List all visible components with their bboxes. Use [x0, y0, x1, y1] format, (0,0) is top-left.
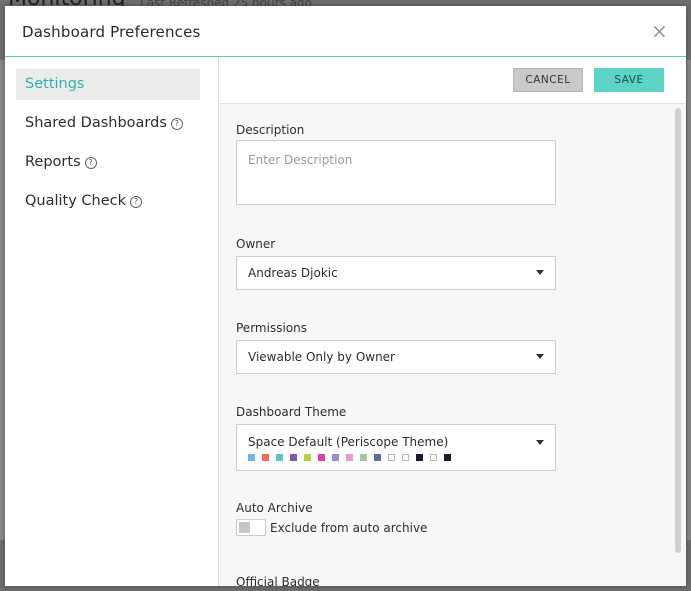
cancel-button[interactable]: CANCEL: [513, 68, 583, 92]
description-field[interactable]: Enter Description: [236, 140, 556, 205]
sidebar-item-settings[interactable]: Settings: [16, 69, 200, 100]
theme-color-swatch: [332, 454, 339, 461]
theme-color-swatch: [360, 454, 367, 461]
scrollbar[interactable]: [675, 108, 681, 553]
theme-color-swatch: [402, 454, 409, 461]
official-badge-label: Official Badge: [236, 575, 320, 586]
sidebar-item-label: Shared Dashboards: [25, 115, 167, 131]
toggle-knob: [239, 522, 250, 533]
theme-color-swatch: [262, 454, 269, 461]
sidebar-item-quality-check[interactable]: Quality Check?: [16, 186, 200, 217]
caret-down-icon: [536, 270, 544, 275]
theme-color-swatch: [304, 454, 311, 461]
theme-color-swatch: [374, 454, 381, 461]
permissions-value: Viewable Only by Owner: [248, 350, 395, 364]
help-icon[interactable]: ?: [84, 157, 97, 169]
permissions-select[interactable]: Viewable Only by Owner: [236, 340, 556, 374]
preferences-modal: Dashboard Preferences × Settings Shared …: [5, 6, 686, 586]
sidebar-item-reports[interactable]: Reports?: [16, 147, 200, 178]
owner-label: Owner: [236, 237, 276, 251]
save-button[interactable]: SAVE: [594, 68, 664, 92]
theme-color-swatch: [388, 454, 395, 461]
sidebar-item-label: Reports: [25, 154, 81, 170]
settings-panel: CANCEL SAVE Description Enter Descriptio…: [219, 57, 686, 586]
sidebar-item-label: Settings: [25, 76, 85, 92]
auto-archive-toggle[interactable]: [236, 519, 266, 536]
description-label: Description: [236, 123, 305, 137]
settings-scroll-area[interactable]: Description Enter Description Owner Andr…: [219, 104, 686, 586]
permissions-label: Permissions: [236, 321, 307, 335]
caret-down-icon: [536, 354, 544, 359]
help-icon[interactable]: ?: [170, 118, 183, 130]
close-icon[interactable]: ×: [651, 20, 668, 42]
theme-color-swatch: [444, 454, 451, 461]
auto-archive-toggle-label: Exclude from auto archive: [270, 521, 428, 535]
theme-select[interactable]: Space Default (Periscope Theme): [236, 424, 556, 471]
sidebar-item-shared-dashboards[interactable]: Shared Dashboards?: [16, 108, 200, 139]
theme-color-swatch: [248, 454, 255, 461]
theme-color-swatch: [346, 454, 353, 461]
help-icon[interactable]: ?: [130, 196, 143, 208]
sidebar-item-label: Quality Check: [25, 193, 127, 209]
settings-toolbar: CANCEL SAVE: [219, 57, 686, 104]
owner-select[interactable]: Andreas Djokic: [236, 256, 556, 290]
theme-color-swatch: [290, 454, 297, 461]
preferences-sidebar: Settings Shared Dashboards? Reports? Qua…: [5, 57, 219, 586]
auto-archive-label: Auto Archive: [236, 501, 313, 515]
theme-color-swatch: [430, 454, 437, 461]
modal-title: Dashboard Preferences: [22, 23, 201, 41]
caret-down-icon: [536, 440, 544, 445]
background-panel-right: [687, 60, 691, 540]
theme-color-swatch: [318, 454, 325, 461]
modal-header: Dashboard Preferences ×: [5, 6, 686, 57]
theme-label: Dashboard Theme: [236, 405, 347, 419]
theme-color-swatch: [416, 454, 423, 461]
theme-color-swatch: [276, 454, 283, 461]
description-placeholder: Enter Description: [248, 153, 353, 167]
theme-value: Space Default (Periscope Theme): [248, 435, 449, 449]
owner-value: Andreas Djokic: [248, 266, 338, 280]
